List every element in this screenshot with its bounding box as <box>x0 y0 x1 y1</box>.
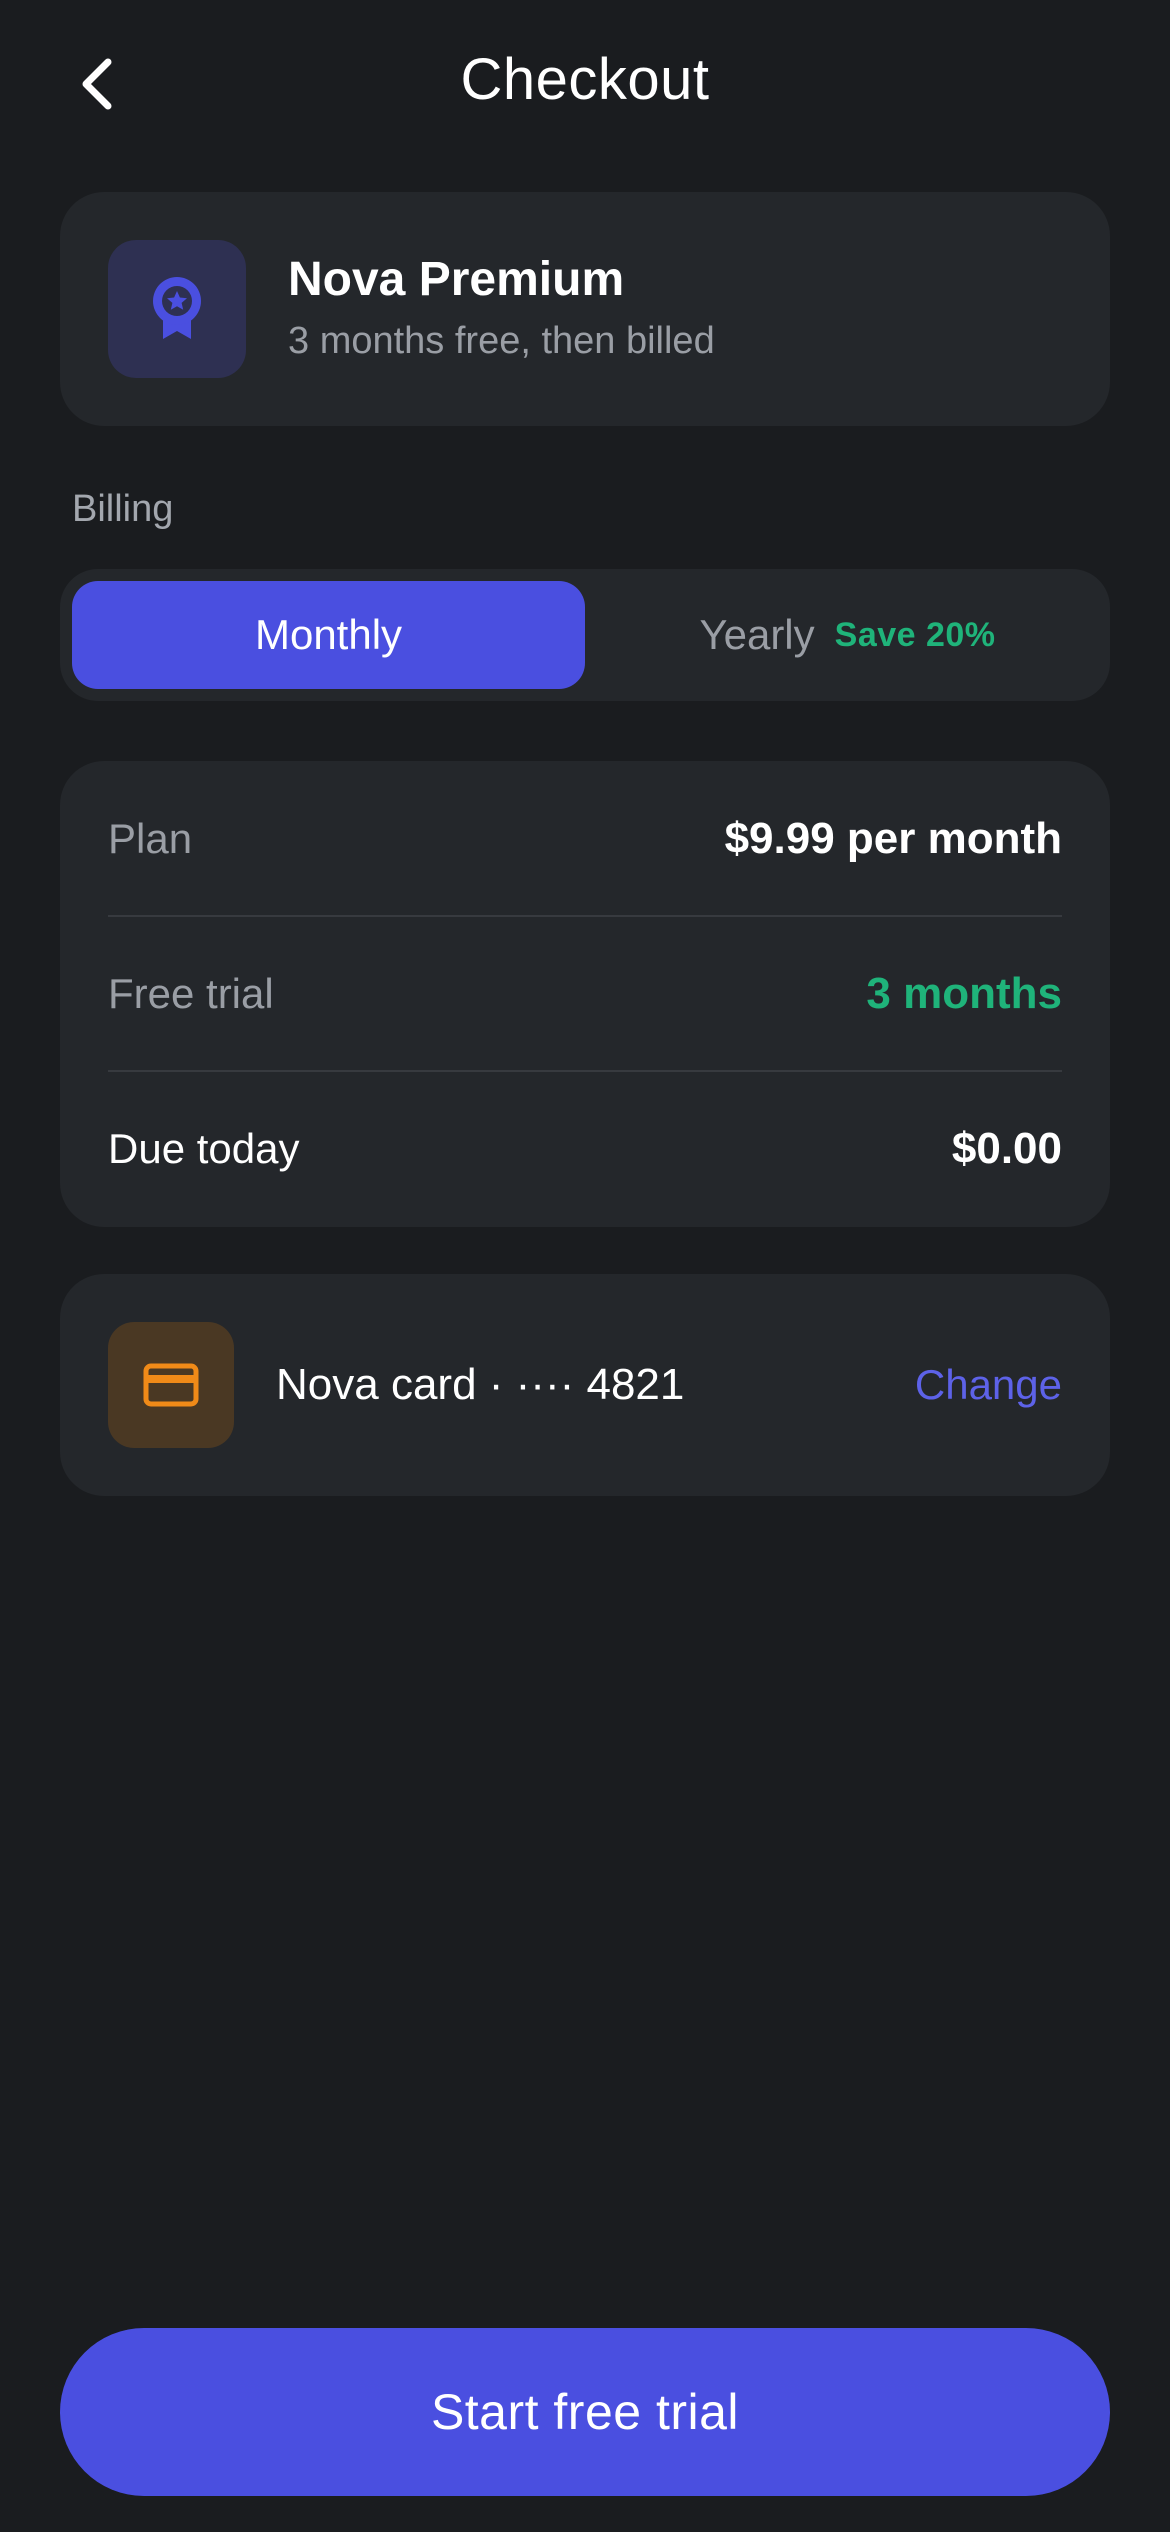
billing-toggle: Monthly Yearly Save 20% <box>60 569 1110 701</box>
payment-method-card: Nova card · ···· 4821 Change <box>60 1274 1110 1496</box>
product-icon-tile <box>108 240 246 378</box>
product-subtitle: 3 months free, then billed <box>288 320 715 362</box>
order-summary-card: Plan $9.99 per month Free trial 3 months… <box>60 761 1110 1227</box>
summary-value: $9.99 per month <box>724 813 1062 863</box>
billing-option-yearly[interactable]: Yearly Save 20% <box>597 581 1098 689</box>
summary-value: 3 months <box>866 968 1062 1018</box>
payment-method-label: Nova card · ···· 4821 <box>276 1360 685 1409</box>
summary-value: $0.00 <box>951 1123 1062 1173</box>
billing-option-monthly[interactable]: Monthly <box>72 581 585 689</box>
summary-row-due-today: Due today $0.00 <box>108 1071 1062 1226</box>
product-name: Nova Premium <box>288 253 625 306</box>
page-title: Checkout <box>460 47 710 112</box>
summary-label: Due today <box>108 1124 300 1172</box>
billing-option-yearly-label: Yearly <box>699 611 815 658</box>
summary-label: Free trial <box>108 969 274 1017</box>
product-card: Nova Premium 3 months free, then billed <box>60 192 1110 426</box>
start-free-trial-button[interactable]: Start free trial <box>60 2328 1110 2496</box>
summary-row-free-trial: Free trial 3 months <box>108 916 1062 1071</box>
change-payment-link[interactable]: Change <box>915 1274 1062 1496</box>
award-badge-icon <box>153 277 201 339</box>
billing-section-label: Billing <box>72 488 174 530</box>
save-badge: Save 20% <box>834 615 996 654</box>
summary-label: Plan <box>108 814 193 862</box>
credit-card-icon <box>143 1363 199 1407</box>
summary-row-plan: Plan $9.99 per month <box>108 761 1062 916</box>
payment-icon-tile <box>108 1322 234 1448</box>
header: Checkout <box>0 0 1170 165</box>
